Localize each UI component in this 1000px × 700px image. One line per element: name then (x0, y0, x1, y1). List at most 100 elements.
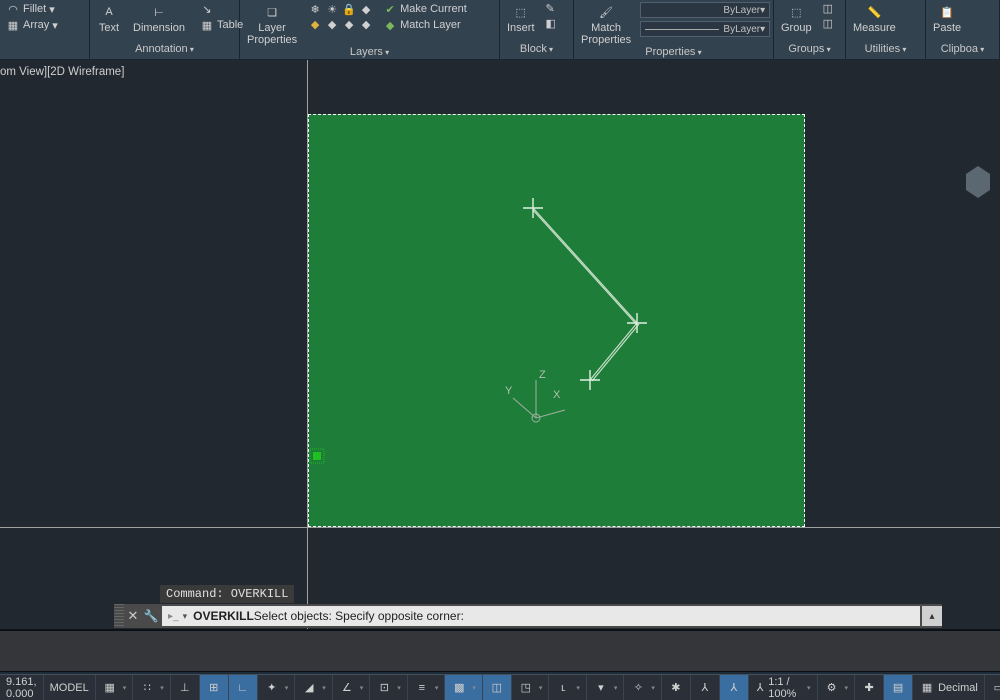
insert-button[interactable]: ⬚Insert (504, 2, 538, 34)
array-button[interactable]: ▦Array ▾ (4, 18, 85, 32)
group-icon: ⬚ (784, 2, 808, 22)
qv-toggle[interactable]: ▭ (985, 675, 1000, 700)
polar-toggle[interactable]: ✦ (258, 675, 296, 700)
panel-label-block[interactable]: Block (504, 43, 569, 57)
units-display[interactable]: ▦Decimal (913, 675, 985, 700)
qp-toggle[interactable]: ▤ (884, 675, 913, 700)
match-properties-icon: 🖌 (594, 2, 618, 22)
units-icon: ▦ (919, 680, 935, 696)
dimension-button[interactable]: ⊢Dimension (130, 2, 188, 34)
view-label[interactable]: om View][2D Wireframe] (0, 66, 124, 78)
ortho-toggle[interactable]: ∟ (229, 675, 258, 700)
gear-icon: ⚙ (824, 680, 840, 696)
fillet-icon: ◠ (6, 2, 20, 16)
command-bar: ✕ 🔧 ▸_ ▾ OVERKILL Select objects: Specif… (114, 604, 942, 628)
array-icon: ▦ (6, 18, 20, 32)
status-model-button[interactable]: MODEL (44, 675, 96, 700)
command-input[interactable]: ▸_ ▾ OVERKILL Select objects: Specify op… (162, 606, 920, 626)
anno-scale[interactable]: ⅄1:1 / 100% (749, 675, 818, 700)
anno-auto2-toggle[interactable]: ⅄ (720, 675, 749, 700)
gizmo-icon: ✧ (630, 680, 646, 696)
ortho-icon: ∟ (235, 680, 251, 696)
3dosnap-toggle[interactable]: ◳ (512, 675, 550, 700)
make-current-button[interactable]: ✔Make Current (381, 2, 469, 16)
customize-commandline-button[interactable]: 🔧 (142, 604, 160, 628)
status-coordinates[interactable]: 9.161, 0.000 (0, 675, 44, 700)
layer-properties-button[interactable]: ❏Layer Properties (244, 2, 300, 46)
filter-toggle[interactable]: ▾ (587, 675, 625, 700)
dynamic-input-toggle[interactable]: ⊞ (200, 675, 229, 700)
selection-window (308, 114, 805, 527)
drawing-viewport[interactable]: om View][2D Wireframe] X Y Z (0, 60, 1000, 630)
ribbon-toolbar: ◠Fillet ▾ ▦Array ▾ AText ⊢Dimension ↘ ▦T… (0, 0, 1000, 60)
dimension-icon: ⊢ (147, 2, 171, 22)
lineweight-toggle[interactable]: ≡ (408, 675, 446, 700)
table-button[interactable]: ▦Table (198, 18, 245, 32)
grid-icon: ▦ (102, 680, 118, 696)
3dosnap-icon: ◳ (518, 680, 534, 696)
otrack-icon: ⊡ (376, 680, 392, 696)
dropdown-icon[interactable]: ▾ (183, 611, 188, 622)
linetype-selector[interactable]: ByLayer ▾ (640, 21, 770, 37)
panel-label-layers[interactable]: Layers (244, 46, 495, 60)
snap-icon: ∷ (139, 680, 155, 696)
group-button[interactable]: ⬚Group (778, 2, 815, 34)
qp-icon: ▤ (890, 680, 906, 696)
osnap-toggle[interactable]: ∠ (333, 675, 371, 700)
match-layer-icon: ◆ (383, 18, 397, 32)
measure-button[interactable]: 📏Measure (850, 2, 899, 34)
panel-label-annotation[interactable]: Annotation (94, 43, 235, 57)
match-properties-button[interactable]: 🖌Match Properties (578, 2, 634, 46)
grid-toggle[interactable]: ▦ (96, 675, 134, 700)
make-current-icon: ✔ (383, 2, 397, 16)
insert-icon: ⬚ (509, 2, 533, 22)
anno-monitor[interactable]: ✚ (855, 675, 884, 700)
status-bar: 9.161, 0.000 MODEL ▦ ∷ ⊥ ⊞ ∟ ✦ ◢ ∠ ⊡ ≡ ▩… (0, 674, 1000, 700)
table-icon: ▦ (200, 18, 214, 32)
expand-history-button[interactable]: ▴ (922, 606, 942, 626)
match-layer-button[interactable]: ◆Match Layer (381, 18, 469, 32)
fillet-button[interactable]: ◠Fillet ▾ (4, 2, 85, 16)
color-selector[interactable]: ByLayer ▾ (640, 2, 770, 18)
paste-icon: 📋 (935, 2, 959, 22)
osnap-icon: ∠ (339, 680, 355, 696)
panel-block: ⬚Insert ✎ ◧ Block (500, 0, 574, 59)
text-button[interactable]: AText (94, 2, 124, 34)
isodraft-toggle[interactable]: ◢ (295, 675, 333, 700)
leader-button[interactable]: ↘ (198, 2, 245, 16)
selection-cycle[interactable]: ◫ (483, 675, 512, 700)
layer-row-icons[interactable]: ❄☀🔒◆ (306, 2, 375, 16)
grip-icon[interactable] (114, 604, 124, 628)
transparency-toggle[interactable]: ▩ (445, 675, 483, 700)
panel-label-properties[interactable]: Properties (578, 46, 769, 60)
snap-toggle[interactable]: ∷ (133, 675, 171, 700)
block-edit-icon[interactable]: ✎ (544, 2, 558, 15)
workspace-switch[interactable]: ⚙ (818, 675, 856, 700)
infer-icon: ⊥ (177, 680, 193, 696)
dynucs-toggle[interactable]: ʟ (549, 675, 587, 700)
block-attr-icon[interactable]: ◧ (544, 17, 558, 30)
iso-icon: ◢ (301, 680, 317, 696)
panel-label-utilities[interactable]: Utilities (850, 43, 921, 57)
lw-icon: ≡ (414, 680, 430, 696)
panel-label-clipboard[interactable]: Clipboa (930, 43, 995, 57)
paste-button[interactable]: 📋Paste (930, 2, 964, 34)
qv-icon: ▭ (991, 680, 1000, 696)
leader-icon: ↘ (200, 2, 214, 16)
close-commandline-button[interactable]: ✕ (124, 604, 142, 628)
annoauto-icon: ⅄ (697, 680, 713, 696)
anno-vis-toggle[interactable]: ✱ (662, 675, 691, 700)
anno-auto-toggle[interactable]: ⅄ (691, 675, 720, 700)
panel-label-groups[interactable]: Groups (778, 43, 841, 57)
polar-icon: ✦ (264, 680, 280, 696)
viewcube[interactable] (962, 160, 994, 220)
panel-modify: ◠Fillet ▾ ▦Array ▾ (0, 0, 90, 59)
annoauto2-icon: ⅄ (726, 680, 742, 696)
infer-toggle[interactable]: ⊥ (171, 675, 200, 700)
otrack-toggle[interactable]: ⊡ (370, 675, 408, 700)
command-history: Command: OVERKILL (160, 585, 294, 603)
gizmo-toggle[interactable]: ✧ (624, 675, 662, 700)
panel-layers: ❏Layer Properties ❄☀🔒◆ ◆◆◆◆ ✔Make Curren… (240, 0, 500, 59)
layer-row-icons2[interactable]: ◆◆◆◆ (306, 17, 375, 31)
prompt-icon: ▸_ (168, 611, 179, 622)
